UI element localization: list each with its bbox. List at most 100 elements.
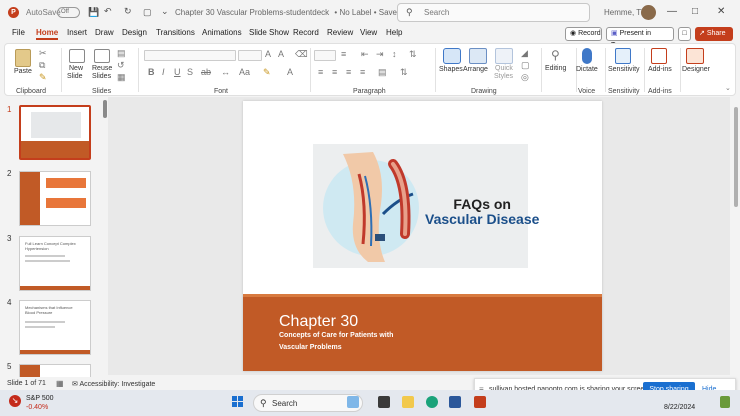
file-explorer-icon[interactable] (402, 396, 414, 408)
reuse-slides-icon[interactable] (94, 49, 110, 63)
notifications-icon[interactable] (720, 396, 730, 408)
tab-record[interactable]: Record (293, 28, 319, 37)
text-direction-icon[interactable]: ⇅ (409, 49, 417, 60)
windows-start-icon[interactable] (232, 396, 244, 408)
add-ins-button-label[interactable]: Add-ins (648, 66, 672, 73)
reset-icon[interactable]: ↺ (117, 60, 125, 71)
tab-transitions[interactable]: Transitions (156, 28, 195, 37)
font-name-dropdown[interactable] (144, 50, 236, 61)
arrange-icon[interactable] (469, 48, 487, 64)
canvas-scrollbar[interactable] (732, 97, 740, 377)
paste-label[interactable]: Paste (14, 68, 32, 75)
tab-review[interactable]: Review (327, 28, 353, 37)
slide-counter[interactable]: Slide 1 of 71 (7, 380, 46, 387)
change-case-icon[interactable]: Aa (239, 67, 250, 77)
scroll-thumb[interactable] (734, 107, 738, 207)
section-icon[interactable]: ▦ (117, 72, 126, 83)
shapes-icon[interactable] (443, 48, 461, 64)
shapes-label[interactable]: Shapes (439, 66, 463, 73)
customize-toolbar-icon[interactable]: ⌄ (161, 6, 169, 17)
columns-icon[interactable]: ▤ (378, 67, 387, 78)
bullets-dropdown[interactable] (314, 50, 336, 61)
reuse-slides-label-2[interactable]: Slides (92, 73, 111, 80)
clock-date[interactable]: 8/22/2024 (664, 404, 695, 411)
highlight-icon[interactable]: ✎ (263, 67, 271, 78)
thumbnail-slide-1[interactable] (19, 105, 91, 160)
underline-icon[interactable]: U (174, 67, 181, 77)
accessibility-status[interactable]: ✉ Accessibility: Investigate (72, 380, 155, 388)
notes-language-icon[interactable]: ▦ (56, 379, 64, 388)
tab-view[interactable]: View (360, 28, 377, 37)
thumbnail-slide-4[interactable]: Mechanisms that Influence Blood Pressure (19, 300, 91, 355)
designer-button-label[interactable]: Designer (682, 66, 710, 73)
shape-effects-icon[interactable]: ◎ (521, 72, 529, 83)
minimize-icon[interactable]: — (667, 6, 677, 17)
shape-outline-icon[interactable]: ▢ (521, 60, 530, 71)
new-slide-icon[interactable] (69, 49, 85, 63)
close-icon[interactable]: ✕ (717, 6, 725, 17)
comments-button[interactable]: □ (678, 27, 691, 41)
new-slide-label-1[interactable]: New (69, 65, 83, 72)
paste-icon[interactable] (15, 49, 31, 67)
reuse-slides-label-1[interactable]: Reuse (92, 65, 112, 72)
arrange-label[interactable]: Arrange (463, 66, 488, 73)
character-spacing-icon[interactable]: ↔ (221, 67, 230, 77)
tab-insert[interactable]: Insert (67, 28, 87, 37)
line-spacing-icon[interactable]: ↕ (392, 49, 397, 59)
stock-name[interactable]: S&P 500 (26, 395, 54, 402)
record-button[interactable]: ◉ Record (565, 27, 602, 41)
align-text-icon[interactable]: ⇅ (400, 67, 408, 78)
align-center-icon[interactable]: ≡ (332, 67, 337, 77)
tab-file[interactable]: File (12, 28, 25, 37)
find-icon[interactable]: ⚲ (551, 48, 560, 62)
copy-icon[interactable]: ⧉ (39, 60, 45, 71)
numbering-icon[interactable]: ≡ (341, 49, 346, 59)
strikethrough-icon[interactable]: ab (201, 67, 211, 77)
thumbnail-scrollbar[interactable] (103, 100, 107, 118)
justify-icon[interactable]: ≡ (360, 67, 365, 77)
shadow-icon[interactable]: S (187, 67, 193, 77)
task-view-icon[interactable] (378, 396, 390, 408)
increase-font-icon[interactable]: A (265, 49, 271, 59)
bold-icon[interactable]: B (148, 67, 155, 77)
undo-icon[interactable]: ↶ (104, 6, 112, 17)
tab-slide-show[interactable]: Slide Show (249, 28, 289, 37)
clear-formatting-icon[interactable]: ⌫ (295, 49, 308, 60)
microphone-icon[interactable] (582, 48, 592, 64)
tab-draw[interactable]: Draw (95, 28, 114, 37)
new-slide-label-2[interactable]: Slide (67, 73, 83, 80)
shape-fill-icon[interactable]: ◢ (521, 48, 528, 59)
format-painter-icon[interactable]: ✎ (39, 72, 47, 83)
italic-icon[interactable]: I (162, 67, 165, 77)
maximize-icon[interactable]: □ (692, 6, 698, 17)
thumbnail-slide-2[interactable] (19, 171, 91, 226)
editing-label[interactable]: Editing (545, 65, 566, 72)
sensitivity-button-label[interactable]: Sensitivity (608, 66, 640, 73)
cut-icon[interactable]: ✂ (39, 48, 47, 59)
widgets-app-icon[interactable] (347, 396, 359, 408)
align-left-icon[interactable]: ≡ (318, 67, 323, 77)
font-size-dropdown[interactable] (238, 50, 262, 61)
present-in-teams-button[interactable]: ▣ Present in Teams (606, 27, 674, 49)
avatar[interactable] (641, 5, 656, 20)
increase-indent-icon[interactable]: ⇥ (376, 49, 384, 60)
tab-help[interactable]: Help (386, 28, 402, 37)
font-color-icon[interactable]: A (287, 67, 293, 77)
powerpoint-taskbar-icon[interactable] (474, 396, 486, 408)
search-box[interactable]: ⚲ Search (397, 3, 590, 22)
decrease-indent-icon[interactable]: ⇤ (361, 49, 369, 60)
word-icon[interactable] (449, 396, 461, 408)
designer-icon[interactable] (686, 48, 704, 64)
autosave-toggle[interactable]: Off (57, 7, 80, 18)
quick-styles-icon[interactable] (495, 48, 513, 64)
dictate-label[interactable]: Dictate (576, 66, 598, 73)
save-icon[interactable]: 💾 (88, 7, 99, 18)
add-ins-icon[interactable] (651, 48, 667, 64)
decrease-font-icon[interactable]: A (278, 49, 284, 59)
quick-styles-label-1[interactable]: Quick (495, 65, 513, 72)
quick-styles-label-2[interactable]: Styles (494, 73, 513, 80)
sensitivity-icon[interactable] (615, 48, 631, 64)
tab-animations[interactable]: Animations (202, 28, 242, 37)
edge-browser-icon[interactable] (426, 396, 438, 408)
align-right-icon[interactable]: ≡ (346, 67, 351, 77)
